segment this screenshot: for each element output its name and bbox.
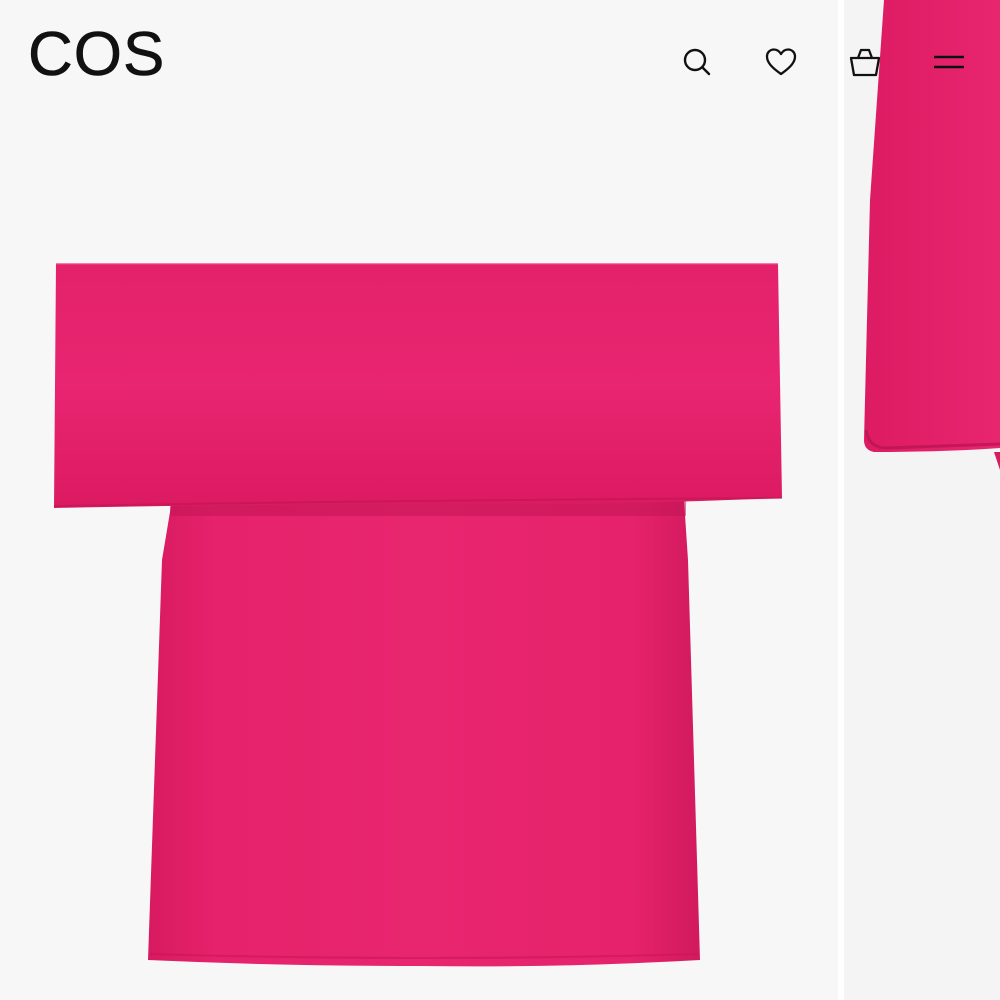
shopping-bag-button[interactable] xyxy=(843,40,887,84)
product-photo-top xyxy=(53,263,783,967)
heart-icon xyxy=(765,48,797,76)
shopping-bag-icon xyxy=(849,48,881,77)
menu-button[interactable] xyxy=(927,40,971,84)
product-image-next[interactable] xyxy=(844,0,1000,1000)
wishlist-button[interactable] xyxy=(759,40,803,84)
search-button[interactable] xyxy=(675,40,719,84)
product-fold-band xyxy=(54,264,782,508)
product-image-main[interactable] xyxy=(0,0,838,1000)
site-header: COS xyxy=(0,0,1000,120)
product-page: COS xyxy=(0,0,1000,1000)
hamburger-menu-icon xyxy=(934,55,964,69)
product-closeup-photo xyxy=(864,0,1000,470)
product-body xyxy=(148,500,700,967)
brand-logo[interactable]: COS xyxy=(28,23,165,86)
search-icon xyxy=(683,48,711,76)
